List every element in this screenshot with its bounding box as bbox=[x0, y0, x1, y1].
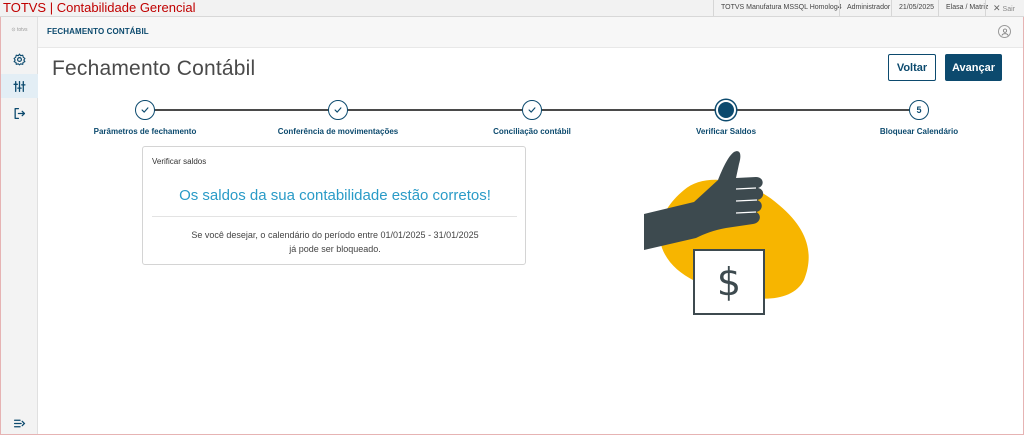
step-5-circle[interactable]: 5 bbox=[909, 100, 929, 120]
balance-check-card: Verificar saldos Os saldos da sua contab… bbox=[142, 146, 526, 265]
description-line-1: Se você desejar, o calendário do período… bbox=[191, 230, 479, 240]
user-info[interactable]: Administrador bbox=[839, 0, 897, 16]
page-header-bar: FECHAMENTO CONTÁBIL bbox=[38, 17, 1024, 48]
step-2-circle[interactable] bbox=[328, 100, 348, 120]
expand-menu-icon bbox=[13, 419, 26, 427]
success-message: Os saldos da sua contabilidade estão cor… bbox=[179, 187, 491, 204]
step-1-label[interactable]: Parâmetros de fechamento bbox=[94, 127, 197, 136]
sidebar: ⊙ totvs bbox=[1, 17, 38, 434]
sidebar-item-settings[interactable] bbox=[1, 47, 38, 71]
check-icon bbox=[528, 107, 536, 113]
step-3-label[interactable]: Conciliação contábil bbox=[493, 127, 571, 136]
close-icon: ✕ bbox=[993, 3, 1001, 13]
brand-logo: ⊙ totvs bbox=[11, 27, 28, 33]
environment-info[interactable]: TOTVS Manufatura MSSQL Homolog4 bbox=[713, 0, 849, 16]
page-title: Fechamento Contábil bbox=[52, 57, 256, 80]
card-description: Se você desejar, o calendário do período… bbox=[143, 228, 527, 256]
app-title: TOTVS | Contabilidade Gerencial bbox=[3, 0, 196, 15]
divider bbox=[152, 216, 517, 217]
step-2-label[interactable]: Conferência de movimentações bbox=[278, 127, 398, 136]
top-bar: TOTVS | Contabilidade Gerencial TOTVS Ma… bbox=[0, 0, 1024, 17]
user-icon[interactable] bbox=[998, 25, 1011, 38]
stepper: Parâmetros de fechamento Conferência de … bbox=[0, 90, 1024, 145]
breadcrumb: FECHAMENTO CONTÁBIL bbox=[47, 27, 149, 36]
step-5-label[interactable]: Bloquear Calendário bbox=[880, 127, 958, 136]
check-icon bbox=[334, 107, 342, 113]
step-4-label[interactable]: Verificar Saldos bbox=[696, 127, 756, 136]
thumbs-up-money-icon: $ bbox=[644, 150, 814, 320]
step-4-circle[interactable] bbox=[716, 100, 736, 120]
step-1-circle[interactable] bbox=[135, 100, 155, 120]
date-info[interactable]: 21/05/2025 bbox=[891, 0, 941, 16]
gear-icon bbox=[13, 53, 26, 65]
back-button[interactable]: Voltar bbox=[888, 54, 936, 81]
exit-button[interactable]: ✕ Sair bbox=[985, 0, 1022, 16]
step-3-circle[interactable] bbox=[522, 100, 542, 120]
exit-label: Sair bbox=[1002, 6, 1015, 13]
next-button[interactable]: Avançar bbox=[945, 54, 1002, 81]
sidebar-expand-toggle[interactable] bbox=[1, 411, 38, 435]
card-title: Verificar saldos bbox=[152, 157, 207, 166]
description-line-2: já pode ser bloqueado. bbox=[289, 244, 381, 254]
svg-text:$: $ bbox=[717, 260, 741, 304]
check-icon bbox=[141, 107, 149, 113]
